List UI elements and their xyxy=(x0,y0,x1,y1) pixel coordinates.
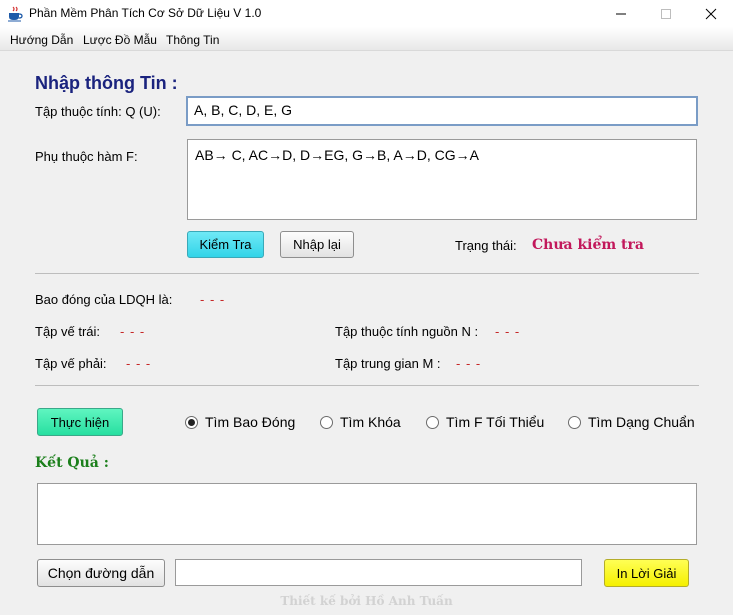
status-label: Trạng thái: xyxy=(455,238,517,253)
divider-bottom xyxy=(35,385,699,386)
minimize-icon xyxy=(616,13,626,14)
left-set-label: Tập vế trái: xyxy=(35,324,101,339)
radio-label: Tìm Dạng Chuẩn xyxy=(588,414,695,430)
window-title: Phần Mềm Phân Tích Cơ Sở Dữ Liệu V 1.0 xyxy=(29,6,262,20)
radio-label: Tìm F Tối Thiểu xyxy=(446,414,545,430)
menu-item-huong-dan[interactable]: Hướng Dẫn xyxy=(10,33,73,47)
left-set-value: - - - xyxy=(120,324,146,339)
execute-button[interactable]: Thực hiện xyxy=(37,408,123,436)
radio-tim-khoa[interactable]: Tìm Khóa xyxy=(320,414,401,430)
footer-credit: Thiết kế bởi Hồ Anh Tuấn xyxy=(280,594,453,608)
attributes-label: Tập thuộc tính: Q (U): xyxy=(35,104,161,119)
print-button[interactable]: In Lời Giải xyxy=(604,559,689,587)
closure-value: - - - xyxy=(200,292,226,307)
result-textarea[interactable] xyxy=(37,483,697,545)
middle-set-label: Tập trung gian M : xyxy=(335,356,441,371)
input-heading: Nhập thông Tin : xyxy=(35,73,178,93)
coffee-cup-icon xyxy=(8,6,23,22)
closure-label: Bao đóng của LDQH là: xyxy=(35,292,173,307)
check-button[interactable]: Kiểm Tra xyxy=(187,231,264,258)
close-icon xyxy=(705,8,717,19)
middle-set-value: - - - xyxy=(456,356,482,371)
status-value: Chưa kiểm tra xyxy=(532,237,644,253)
menu-item-luoc-do-mau[interactable]: Lược Đồ Mẫu xyxy=(83,33,157,47)
result-heading: Kết Quả : xyxy=(35,455,109,471)
fd-label: Phụ thuộc hàm F: xyxy=(35,149,138,164)
radio-label: Tìm Khóa xyxy=(340,414,401,430)
close-button[interactable] xyxy=(688,0,733,27)
maximize-icon xyxy=(661,8,671,19)
menu-bar: Hướng Dẫn Lược Đồ Mẫu Thông Tin xyxy=(0,27,733,51)
radio-tim-bao-dong[interactable]: Tìm Bao Đóng xyxy=(185,414,295,430)
radio-selected-icon xyxy=(185,415,198,429)
path-input[interactable] xyxy=(175,559,582,586)
radio-unselected-icon xyxy=(568,415,581,429)
radio-unselected-icon xyxy=(320,415,333,429)
source-set-value: - - - xyxy=(495,324,521,339)
fd-textarea[interactable]: AB→ C, AC→D, D→EG, G→B, A→D, CG→A xyxy=(187,139,697,220)
divider-top xyxy=(35,273,699,274)
title-bar: Phần Mềm Phân Tích Cơ Sở Dữ Liệu V 1.0 xyxy=(0,0,733,27)
radio-label: Tìm Bao Đóng xyxy=(205,414,296,430)
maximize-button[interactable] xyxy=(643,0,689,27)
right-set-value: - - - xyxy=(126,356,152,371)
reset-button[interactable]: Nhập lại xyxy=(280,231,354,258)
radio-unselected-icon xyxy=(426,415,439,429)
right-set-label: Tập vế phải: xyxy=(35,356,107,371)
radio-tim-dang-chuan[interactable]: Tìm Dạng Chuẩn xyxy=(568,414,695,430)
minimize-button[interactable] xyxy=(598,0,644,27)
attributes-input[interactable]: A, B, C, D, E, G xyxy=(186,96,698,126)
choose-path-button[interactable]: Chọn đường dẫn xyxy=(37,559,165,587)
radio-tim-f-toi-thieu[interactable]: Tìm F Tối Thiểu xyxy=(426,414,544,430)
menu-item-thong-tin[interactable]: Thông Tin xyxy=(166,33,219,47)
source-set-label: Tập thuộc tính nguồn N : xyxy=(335,324,479,339)
